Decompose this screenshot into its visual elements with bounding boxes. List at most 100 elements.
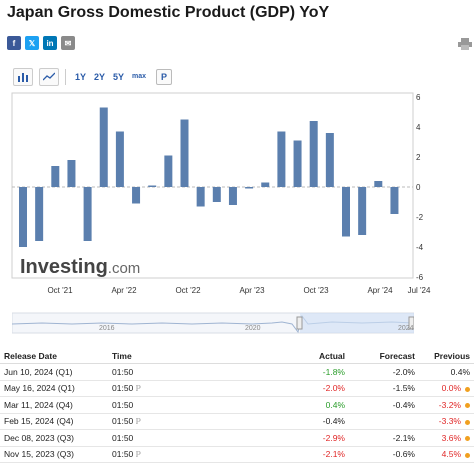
range-max-button[interactable]: max (129, 69, 149, 85)
cell-previous: 3.6% (419, 429, 474, 447)
revision-dot-icon[interactable] (465, 419, 470, 425)
chart-toolbar: 1Y 2Y 5Y max (13, 67, 176, 87)
line-chart-icon[interactable] (39, 68, 59, 86)
navigator-selection[interactable] (300, 313, 414, 333)
revision-dot-icon[interactable] (465, 452, 470, 458)
gdp-bar[interactable] (374, 181, 383, 187)
cell-actual-value: -0.4% (322, 416, 345, 427)
cell-time: 01:50 ℙ (108, 380, 266, 397)
y-tick-label: -4 (416, 243, 424, 252)
cell-time-value: 01:50 (112, 366, 134, 377)
cell-forecast (349, 413, 419, 430)
gdp-bar[interactable] (390, 187, 399, 214)
cell-forecast-value: -0.6% (392, 449, 415, 460)
col-previous: Previous (419, 348, 474, 364)
print-icon[interactable] (458, 38, 472, 50)
cell-previous: 0.0% (419, 380, 474, 397)
cell-actual: -2.9% (266, 429, 349, 447)
facebook-icon[interactable]: f (7, 36, 21, 50)
y-tick-label: -6 (416, 273, 424, 282)
gdp-bar[interactable] (309, 121, 318, 187)
gdp-bar[interactable] (212, 187, 221, 202)
col-release-date: Release Date (0, 348, 108, 364)
email-icon[interactable]: ✉ (61, 36, 75, 50)
cell-time: 01:50 ℙ (108, 413, 266, 430)
preliminary-icon: ℙ (135, 384, 141, 394)
cell-release-date: Feb 15, 2024 (Q4) (0, 413, 108, 430)
revision-dot-icon[interactable] (465, 386, 470, 392)
cell-release-date: Dec 08, 2023 (Q3) (0, 429, 108, 447)
cell-forecast-value: -2.1% (392, 432, 415, 443)
cell-actual: -2.0% (266, 380, 349, 397)
linkedin-icon[interactable]: in (43, 36, 57, 50)
gdp-bar[interactable] (148, 185, 157, 188)
revision-dot-icon[interactable] (465, 403, 470, 408)
gdp-bar[interactable] (358, 187, 367, 235)
twitter-icon[interactable]: 𝕏 (25, 36, 39, 50)
bar-chart-icon[interactable] (13, 68, 33, 86)
gdp-bar[interactable] (277, 131, 286, 188)
cell-actual-value: -2.9% (322, 432, 345, 443)
cell-actual: -1.8% (266, 363, 349, 381)
cell-release-date: Nov 15, 2023 (Q3) (0, 446, 108, 463)
cell-previous: -3.2% (419, 396, 474, 414)
cell-time: 01:50 (108, 396, 266, 414)
cell-actual-value: -2.0% (322, 383, 345, 394)
range-2y-button[interactable]: 2Y (91, 69, 108, 85)
gdp-bar[interactable] (51, 166, 60, 187)
cell-actual-value: -2.1% (322, 449, 345, 460)
cell-forecast-value: -1.5% (392, 383, 415, 394)
cell-previous: 0.4% (419, 363, 474, 381)
table-header-row: Release Date Time Actual Forecast Previo… (0, 348, 474, 364)
preliminary-icon: ℙ (135, 417, 141, 427)
cell-forecast: -0.4% (349, 396, 419, 414)
gdp-bar[interactable] (83, 187, 92, 241)
range-1y-button[interactable]: 1Y (72, 69, 89, 85)
navigator-left-handle[interactable] (296, 316, 303, 330)
gdp-bar[interactable] (293, 140, 302, 188)
history-table: Release Date Time Actual Forecast Previo… (0, 348, 474, 463)
x-tick-label: Oct '22 (175, 286, 201, 295)
gdp-bar[interactable] (99, 107, 108, 188)
gdp-bar[interactable] (245, 187, 254, 189)
y-tick-label: 0 (416, 183, 421, 192)
navigator-label: 2020 (245, 325, 261, 332)
cell-release-date-value: Dec 08, 2023 (Q3) (4, 432, 74, 443)
gdp-bar[interactable] (35, 187, 44, 241)
preliminary-toggle-button[interactable]: P (156, 69, 172, 85)
gdp-bar[interactable] (19, 187, 27, 247)
cell-release-date-value: Nov 15, 2023 (Q3) (4, 449, 74, 460)
toolbar-divider (65, 69, 66, 85)
table-row: Mar 11, 2024 (Q4) 01:50 0.4% -0.4% -3.2% (0, 396, 474, 414)
cell-release-date-value: Mar 11, 2024 (Q4) (4, 399, 73, 410)
range-5y-button[interactable]: 5Y (110, 69, 127, 85)
x-tick-label: Apr '22 (111, 286, 137, 295)
gdp-bar[interactable] (325, 133, 334, 187)
x-tick-label: Oct '23 (303, 286, 329, 295)
cell-release-date-value: Feb 15, 2024 (Q4) (4, 416, 74, 427)
gdp-bar[interactable] (164, 155, 173, 188)
gdp-bar[interactable] (196, 187, 205, 207)
cell-forecast: -0.6% (349, 446, 419, 463)
table-row: Dec 08, 2023 (Q3) 01:50 -2.9% -2.1% 3.6% (0, 429, 474, 447)
gdp-bar[interactable] (261, 182, 270, 188)
y-tick-label: 2 (416, 153, 421, 162)
gdp-bar[interactable] (115, 131, 124, 188)
gdp-bar[interactable] (132, 187, 141, 204)
cell-time: 01:50 (108, 363, 266, 381)
revision-dot-icon[interactable] (465, 436, 470, 441)
gdp-bar[interactable] (180, 119, 189, 188)
cell-time-value: 01:50 (112, 416, 134, 427)
gdp-bar[interactable] (228, 187, 237, 205)
y-tick-label: 6 (416, 93, 421, 102)
gdp-bar[interactable] (342, 187, 350, 237)
gdp-bar[interactable] (67, 160, 76, 187)
table-row: May 16, 2024 (Q1) 01:50 ℙ -2.0% -1.5% 0.0% (0, 380, 474, 397)
cell-forecast: -2.1% (349, 429, 419, 447)
cell-forecast-value: -2.0% (392, 366, 415, 377)
cell-time-value: 01:50 (112, 399, 134, 410)
x-tick-label: Oct '21 (47, 286, 73, 295)
range-navigator[interactable]: 2016 2020 2024 (12, 310, 414, 336)
cell-forecast: -1.5% (349, 380, 419, 397)
table-row: Jun 10, 2024 (Q1) 01:50 -1.8% -2.0% 0.4% (0, 363, 474, 381)
